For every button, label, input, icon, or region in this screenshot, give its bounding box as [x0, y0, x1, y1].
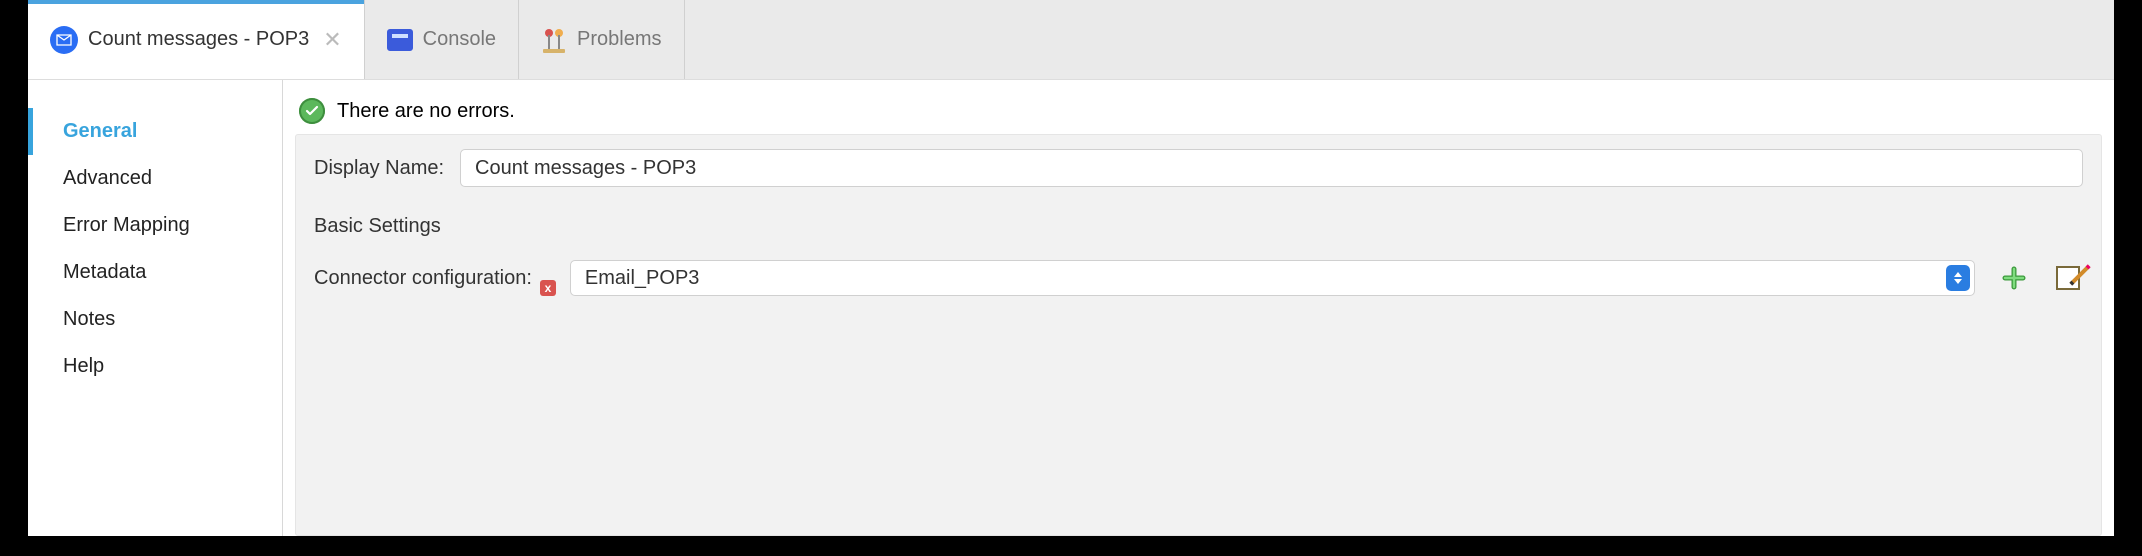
add-config-button[interactable]: [1999, 263, 2029, 293]
status-text: There are no errors.: [337, 100, 515, 123]
console-icon: [387, 29, 413, 51]
display-name-row: Display Name:: [314, 149, 2083, 187]
tab-label: Problems: [577, 28, 661, 51]
tab-label: Console: [423, 28, 496, 51]
connector-config-select[interactable]: [570, 260, 1975, 296]
form-panel: Display Name: Basic Settings Connector c…: [295, 134, 2102, 536]
mail-icon: [50, 26, 78, 54]
tab-count-messages[interactable]: Count messages - POP3 ✕: [28, 0, 365, 79]
connector-config-value[interactable]: [570, 260, 1975, 296]
sidebar-item-error-mapping[interactable]: Error Mapping: [28, 202, 282, 249]
sidebar-item-metadata[interactable]: Metadata: [28, 249, 282, 296]
editor-body: General Advanced Error Mapping Metadata …: [28, 80, 2114, 536]
dropdown-toggle-icon[interactable]: [1946, 265, 1970, 291]
tab-bar: Count messages - POP3 ✕ Console Problems: [28, 0, 2114, 80]
app-window: Count messages - POP3 ✕ Console Problems…: [28, 0, 2114, 536]
connector-config-row: Connector configuration: x: [314, 260, 2083, 296]
success-icon: [299, 98, 325, 124]
error-badge-icon: x: [540, 280, 556, 296]
sidebar-item-help[interactable]: Help: [28, 343, 282, 390]
edit-icon: [2056, 266, 2080, 290]
main-panel: There are no errors. Display Name: Basic…: [283, 80, 2114, 536]
connector-config-label: Connector configuration:: [314, 267, 532, 290]
sidebar-item-notes[interactable]: Notes: [28, 296, 282, 343]
edit-config-button[interactable]: [2053, 263, 2083, 293]
tab-console[interactable]: Console: [365, 0, 519, 79]
display-name-input[interactable]: [460, 149, 2083, 187]
basic-settings-heading: Basic Settings: [314, 215, 2083, 238]
close-icon[interactable]: ✕: [323, 27, 341, 53]
status-row: There are no errors.: [295, 98, 2102, 134]
tab-problems[interactable]: Problems: [519, 0, 684, 79]
sidebar-item-advanced[interactable]: Advanced: [28, 155, 282, 202]
display-name-label: Display Name:: [314, 157, 444, 180]
sidebar-item-general[interactable]: General: [28, 108, 282, 155]
tab-label: Count messages - POP3: [88, 28, 309, 51]
problems-icon: [541, 27, 567, 53]
sidebar: General Advanced Error Mapping Metadata …: [28, 80, 283, 536]
